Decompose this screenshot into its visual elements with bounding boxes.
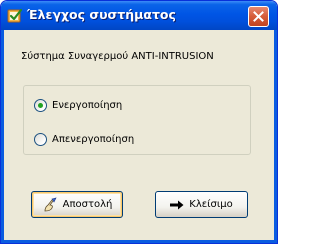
window-border-bottom (1, 240, 277, 243)
options-group: Ενεργοποίηση Απενεργοποίηση (23, 85, 251, 155)
window-border-left (1, 30, 4, 243)
checkbox-check-icon (7, 8, 23, 24)
dialog-window: Έλεγχος συστήματος Σύστημα Συναγερμού AN… (0, 0, 278, 244)
system-label: Σύστημα Συναγερμού ANTI-INTRUSION (21, 51, 214, 62)
hand-write-icon (42, 197, 58, 213)
radio-selected-dot (38, 102, 43, 108)
window-border-right (274, 30, 277, 243)
close-icon (253, 11, 264, 22)
title-bar[interactable]: Έλεγχος συστήματος (1, 1, 277, 30)
radio-activate-label[interactable]: Ενεργοποίηση (52, 100, 122, 111)
close-button[interactable]: Κλείσιμο (155, 191, 248, 218)
radio-deactivate-label[interactable]: Απενεργοποίηση (52, 134, 134, 145)
close-window-button[interactable] (248, 6, 269, 27)
send-button[interactable]: Αποστολή (31, 191, 123, 218)
close-button-label: Κλείσιμο (189, 199, 233, 210)
send-button-label: Αποστολή (62, 199, 113, 210)
radio-button[interactable] (34, 98, 47, 112)
radio-button[interactable] (34, 132, 47, 146)
arrow-right-icon (170, 200, 184, 210)
radio-activate[interactable]: Ενεργοποίηση (34, 97, 122, 113)
radio-deactivate[interactable]: Απενεργοποίηση (34, 131, 134, 147)
window-title: Έλεγχος συστήματος (27, 7, 176, 22)
